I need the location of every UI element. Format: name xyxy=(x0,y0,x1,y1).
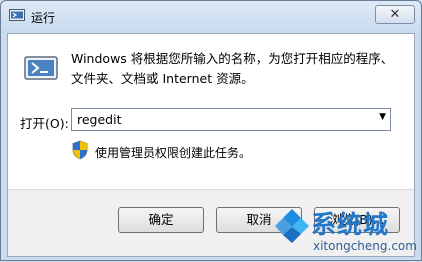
run-program-icon xyxy=(24,56,58,80)
ok-button[interactable]: 确定 xyxy=(118,207,204,233)
open-combobox[interactable]: regedit ▼ xyxy=(71,108,391,131)
windows-logo-icon xyxy=(275,209,309,243)
run-dialog-window: 运行 ✕ Windows 将根据您所输入的名称，为您打开相应的程序、文件夹、文档… xyxy=(0,0,422,261)
description-text: Windows 将根据您所输入的名称，为您打开相应的程序、文件夹、文档或 Int… xyxy=(71,51,394,86)
open-input-value[interactable]: regedit xyxy=(77,112,122,127)
window-title: 运行 xyxy=(31,11,56,25)
title-bar[interactable]: 运行 ✕ xyxy=(1,1,421,31)
open-label: 打开(O): xyxy=(20,116,69,131)
run-app-icon xyxy=(9,9,25,21)
watermark-url: xitongcheng.com xyxy=(313,239,417,253)
uac-shield-icon xyxy=(72,140,88,160)
watermark: 系统城 xitongcheng.com xyxy=(269,201,422,262)
admin-note: 使用管理员权限创建此任务。 xyxy=(95,146,252,160)
chevron-down-icon[interactable]: ▼ xyxy=(379,112,386,122)
close-button[interactable]: ✕ xyxy=(375,5,415,24)
watermark-brand: 系统城 xyxy=(311,210,390,239)
